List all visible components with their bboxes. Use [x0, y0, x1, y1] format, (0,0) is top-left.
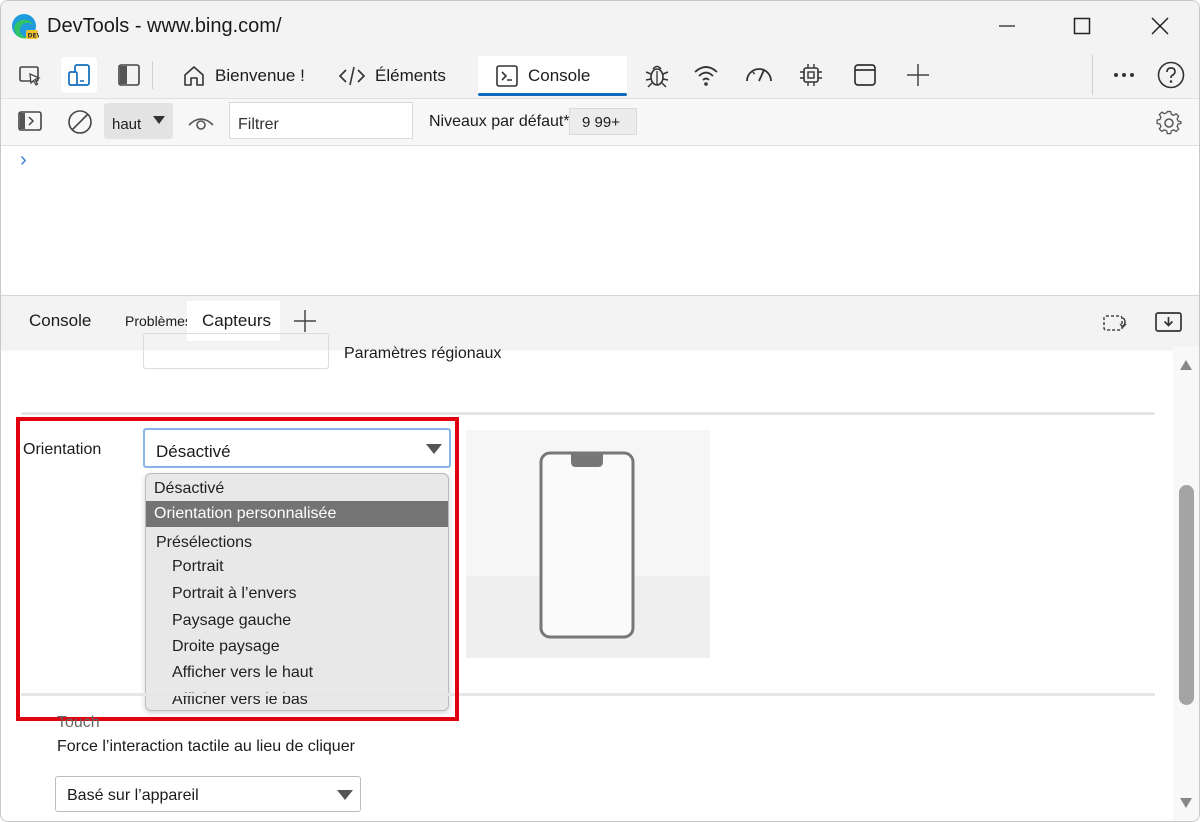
inspect-icon	[19, 66, 41, 86]
cpu-icon	[800, 64, 822, 86]
issues-counter-button[interactable]: 9 99+	[569, 108, 637, 135]
wifi-icon	[694, 66, 718, 86]
maximize-icon	[1073, 17, 1091, 35]
close-button[interactable]	[1130, 1, 1190, 51]
minimize-drawer-icon	[1155, 312, 1182, 332]
highlight-frame	[16, 417, 459, 721]
sidebar-toggle-icon	[18, 111, 42, 131]
live-expression-button[interactable]	[187, 111, 215, 135]
tab-welcome-label: Bienvenue !	[215, 66, 305, 85]
filter-input[interactable]: Filtrer	[229, 102, 413, 139]
tab-console-label: Console	[528, 66, 591, 85]
memory-button[interactable]	[793, 57, 829, 93]
more-icon	[1114, 73, 1134, 77]
context-selector[interactable]: haut	[104, 103, 173, 139]
home-icon	[184, 66, 204, 86]
context-selector-value: haut	[112, 116, 142, 133]
close-icon	[1151, 17, 1169, 35]
svg-text:DEV: DEV	[28, 33, 40, 40]
orientation-preview	[466, 430, 710, 658]
filter-placeholder: Filtrer	[238, 116, 279, 133]
application-window-icon	[854, 64, 876, 86]
bug-icon	[645, 65, 669, 88]
window-title: DevTools - www.bing.com/	[47, 15, 282, 37]
minimize-icon	[999, 25, 1015, 27]
tab-welcome[interactable]: Bienvenue !	[173, 56, 313, 96]
tab-elements[interactable]: Éléments	[329, 56, 454, 96]
gear-icon	[1156, 110, 1182, 135]
help-button[interactable]	[1153, 57, 1189, 93]
network-button[interactable]	[688, 57, 724, 93]
help-icon	[1157, 61, 1185, 89]
inspect-button[interactable]	[12, 57, 48, 93]
tab-elements-label: Éléments	[375, 66, 446, 85]
touch-description: Force l’interaction tactile au lieu de c…	[57, 738, 355, 755]
chevron-down-icon	[337, 790, 353, 800]
touch-select[interactable]: Basé sur l’appareil	[55, 776, 361, 812]
application-button[interactable]	[847, 57, 883, 93]
drawer-tab-console[interactable]: Console	[29, 301, 91, 341]
sources-debugger-button[interactable]	[639, 57, 675, 93]
devtools-window: DEV DevTools - www.bing.com/ Bienvenue !	[0, 0, 1200, 822]
maximize-button[interactable]	[1052, 1, 1112, 51]
device-emulation-icon	[68, 64, 90, 86]
move-drawer-button[interactable]	[1101, 310, 1131, 334]
sidebar-toggle-button[interactable]	[17, 109, 43, 135]
scroll-up-arrow-icon[interactable]	[1179, 359, 1193, 371]
divider	[152, 61, 153, 89]
eye-icon	[188, 118, 214, 130]
log-levels-dropdown[interactable]: Niveaux par défaut*	[429, 113, 570, 131]
locale-label: Paramètres régionaux	[344, 345, 502, 362]
code-icon	[338, 66, 366, 86]
performance-gauge-icon	[746, 68, 772, 82]
minimize-button[interactable]	[977, 1, 1037, 51]
dock-side-icon	[118, 64, 140, 86]
dock-side-button[interactable]	[111, 57, 147, 93]
performance-button[interactable]	[741, 57, 777, 93]
section-divider	[21, 412, 1155, 415]
minimize-drawer-button[interactable]	[1154, 309, 1184, 335]
scroll-down-arrow-icon[interactable]	[1179, 797, 1193, 809]
phone-model-icon	[539, 451, 635, 639]
divider	[1092, 55, 1093, 95]
console-icon	[496, 65, 518, 87]
active-tab-indicator	[478, 93, 627, 96]
scrollbar-thumb[interactable]	[1179, 485, 1194, 705]
console-prompt[interactable]: ›	[20, 149, 27, 172]
title-bar: DEV DevTools - www.bing.com/	[1, 1, 1199, 51]
tool-tab-bar: Bienvenue ! Éléments Console	[1, 51, 1199, 99]
device-emulation-button[interactable]	[61, 57, 97, 93]
locale-input[interactable]	[143, 333, 329, 369]
console-settings-button[interactable]	[1155, 109, 1183, 137]
edge-dev-logo-icon: DEV	[11, 13, 39, 41]
dock-move-icon	[1103, 315, 1127, 331]
tab-console[interactable]: Console	[478, 56, 627, 96]
touch-title: Touch	[57, 714, 100, 731]
chevron-down-icon	[153, 116, 165, 124]
drawer-add-tab-button[interactable]	[292, 308, 318, 334]
touch-select-value: Basé sur l’appareil	[67, 787, 199, 804]
clear-console-button[interactable]	[67, 109, 93, 135]
scrollbar[interactable]	[1173, 347, 1199, 821]
add-icon	[907, 64, 929, 86]
add-icon	[294, 310, 316, 332]
more-tools-button[interactable]	[900, 57, 936, 93]
customize-menu-button[interactable]	[1106, 57, 1142, 93]
clear-icon	[68, 110, 92, 134]
